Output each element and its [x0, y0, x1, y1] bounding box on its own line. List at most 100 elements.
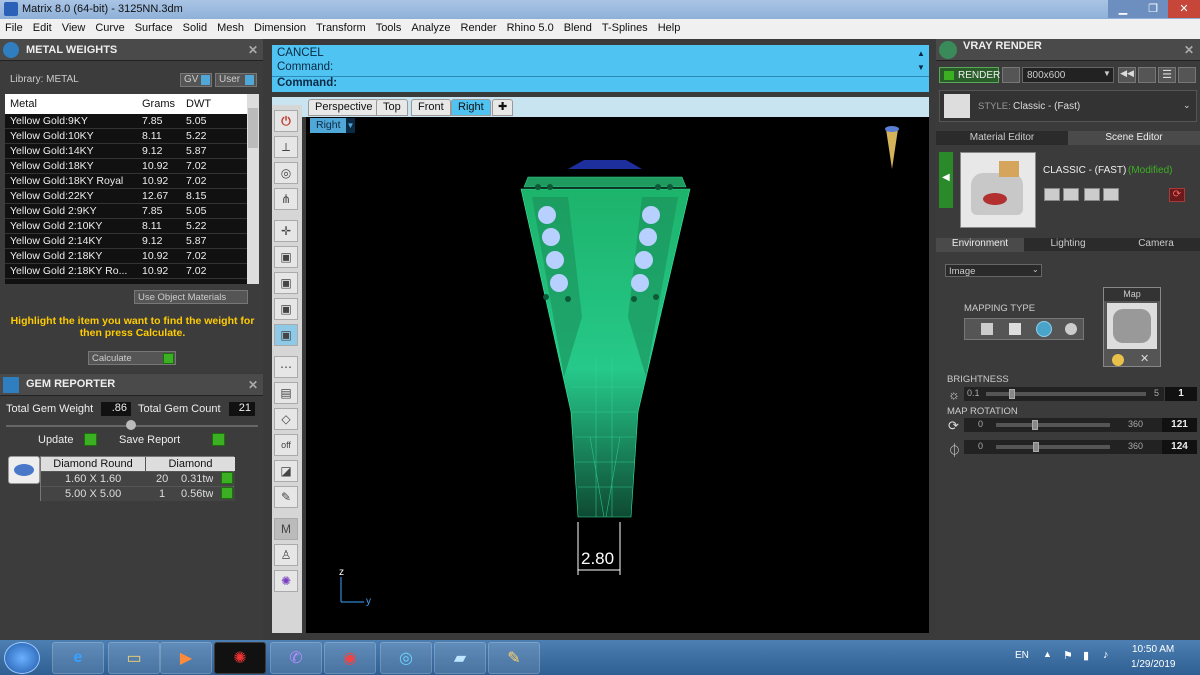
use-object-materials-button[interactable]: Use Object Materials [134, 290, 248, 304]
menu-help[interactable]: Help [653, 19, 686, 34]
brightness-knob[interactable] [1009, 389, 1015, 399]
maximize-button[interactable]: ❐ [1138, 0, 1168, 18]
frame-buffer-icon[interactable] [1178, 67, 1196, 83]
menu-dimension[interactable]: Dimension [249, 19, 311, 34]
tab-lighting[interactable]: Lighting [1024, 238, 1112, 252]
gem-tool-icon[interactable]: ◇ [274, 408, 298, 430]
menu-render[interactable]: Render [456, 19, 502, 34]
mapping-sphere-icon[interactable] [1036, 321, 1052, 337]
menu-view[interactable]: View [57, 19, 91, 34]
map-edit-icon[interactable] [1112, 354, 1124, 366]
globe-icon[interactable]: ◎ [274, 162, 298, 184]
menu-blend[interactable]: Blend [559, 19, 597, 34]
tab-perspective[interactable]: Perspective [308, 99, 380, 116]
clock-time[interactable]: 10:50 AM [1132, 644, 1174, 655]
tab-front[interactable]: Front [411, 99, 451, 116]
metal-row[interactable]: Yellow Gold:18KY Royal 10.92 7.02 [5, 174, 247, 189]
axis-icon[interactable]: ⟂ [274, 136, 298, 158]
rotation-1-slider[interactable] [996, 423, 1110, 427]
collapse-arrow-icon[interactable]: ◀ [939, 152, 953, 208]
close-button[interactable]: ✕ [1168, 0, 1200, 18]
language-indicator[interactable]: EN [1015, 650, 1029, 661]
chrome-icon[interactable]: ◉ [324, 642, 376, 674]
figure-icon[interactable]: ♙ [274, 544, 298, 566]
gem-row-1-play-icon[interactable] [221, 472, 233, 484]
close-icon[interactable]: ✕ [248, 378, 258, 392]
metal-row[interactable]: Yellow Gold:9KY 7.85 5.05 [5, 114, 247, 129]
metal-row[interactable]: Yellow Gold 2:9KY 7.85 5.05 [5, 204, 247, 219]
layers-off-icon[interactable]: off [274, 434, 298, 456]
ring-nav-icon[interactable] [886, 129, 898, 169]
file-explorer-icon[interactable]: ▭ [108, 642, 160, 674]
export-icon[interactable] [1103, 188, 1119, 201]
menu-transform[interactable]: Transform [311, 19, 371, 34]
save-report-button[interactable]: Save Report [119, 434, 180, 446]
signal-icon[interactable]: ▮ [1083, 649, 1089, 662]
gem-row-1[interactable]: 1.60 X 1.60 20 0.31tw [41, 472, 235, 486]
save-as-icon[interactable] [1063, 188, 1079, 201]
metal-row[interactable]: Yellow Gold:14KY 9.12 5.87 [5, 144, 247, 159]
stop-icon[interactable]: ⏻ [274, 110, 298, 132]
close-icon[interactable]: ✕ [248, 43, 258, 57]
menu-rhino[interactable]: Rhino 5.0 [502, 19, 559, 34]
menu-surface[interactable]: Surface [130, 19, 178, 34]
metal-scrollbar[interactable] [247, 94, 259, 284]
save-report-play-icon[interactable] [212, 433, 225, 446]
metal-row[interactable]: Yellow Gold 2:18KY Ro... 10.92 7.02 [5, 264, 247, 279]
box-side-icon[interactable]: ▣ [274, 298, 298, 320]
list-icon[interactable]: ☰ [1158, 67, 1176, 83]
menu-mesh[interactable]: Mesh [212, 19, 249, 34]
scroll-down-icon[interactable]: ▼ [917, 63, 925, 72]
metal-row[interactable]: Yellow Gold:18KY 10.92 7.02 [5, 159, 247, 174]
command-input[interactable]: Command: [277, 77, 917, 89]
add-tab-icon[interactable]: ✚ [492, 99, 514, 116]
user-button[interactable]: User [215, 73, 257, 87]
grid-view-icon[interactable] [1138, 67, 1156, 83]
import-icon[interactable] [1084, 188, 1100, 201]
menu-analyze[interactable]: Analyze [406, 19, 455, 34]
frame-icon[interactable]: ▤ [274, 382, 298, 404]
tab-scene-editor[interactable]: Scene Editor [1068, 131, 1200, 145]
paint-icon[interactable]: ✎ [488, 642, 540, 674]
calculate-button[interactable]: Calculate [88, 351, 176, 365]
render-button[interactable]: RENDER [939, 67, 1000, 83]
style-selector[interactable]: STYLE: Classic - (Fast) ⌄ [939, 90, 1197, 122]
mapping-plane-icon[interactable] [981, 323, 993, 335]
matrix-app-icon[interactable]: ◎ [380, 642, 432, 674]
environment-type-select[interactable]: Image ⌄ [945, 264, 1042, 277]
metal-row[interactable]: Yellow Gold:10KY 8.11 5.22 [5, 129, 247, 144]
col-grams[interactable]: Grams [142, 98, 175, 110]
grid-icon[interactable]: ⋯ [274, 356, 298, 378]
update-button[interactable]: Update [38, 434, 73, 446]
mapping-hemisphere-icon[interactable] [1065, 323, 1077, 335]
map-remove-icon[interactable]: ✕ [1140, 352, 1149, 365]
game-app-icon[interactable]: ✺ [214, 642, 266, 674]
flag-icon[interactable]: ⚑ [1063, 649, 1073, 662]
viber-icon[interactable]: ✆ [270, 642, 322, 674]
scroll-thumb[interactable] [248, 108, 258, 148]
volume-icon[interactable]: ♪ [1103, 649, 1109, 661]
resolution-select[interactable]: 800x600 ▼ [1022, 67, 1114, 83]
minimize-button[interactable]: ▁ [1108, 0, 1138, 18]
tab-right[interactable]: Right [451, 99, 491, 116]
render-settings-icon[interactable] [1002, 67, 1020, 83]
tray-up-icon[interactable]: ▲ [1043, 649, 1052, 659]
map-slot[interactable]: Map ✕ [1103, 287, 1161, 367]
notes-app-icon[interactable]: ▰ [434, 642, 486, 674]
save-icon[interactable] [1044, 188, 1060, 201]
viewport-right[interactable]: 2.80 z y [306, 117, 929, 633]
metal-row[interactable]: Yellow Gold:22KY 12.67 8.15 [5, 189, 247, 204]
box-icon[interactable]: ▣ [274, 246, 298, 268]
start-button[interactable] [4, 642, 40, 674]
menu-tsplines[interactable]: T-Splines [597, 19, 653, 34]
col-metal[interactable]: Metal [10, 98, 37, 110]
clock-date[interactable]: 1/29/2019 [1131, 659, 1176, 670]
pen-icon[interactable]: ✎ [274, 486, 298, 508]
render-tool-icon[interactable]: ◪ [274, 460, 298, 482]
menu-edit[interactable]: Edit [28, 19, 57, 34]
box-front-icon[interactable]: ▣ [274, 272, 298, 294]
puzzle-icon[interactable]: ✺ [274, 570, 298, 592]
tab-top[interactable]: Top [376, 99, 408, 116]
viewport-name-dropdown[interactable]: Right ▼ [310, 118, 355, 133]
gem-row-2-play-icon[interactable] [221, 487, 233, 499]
